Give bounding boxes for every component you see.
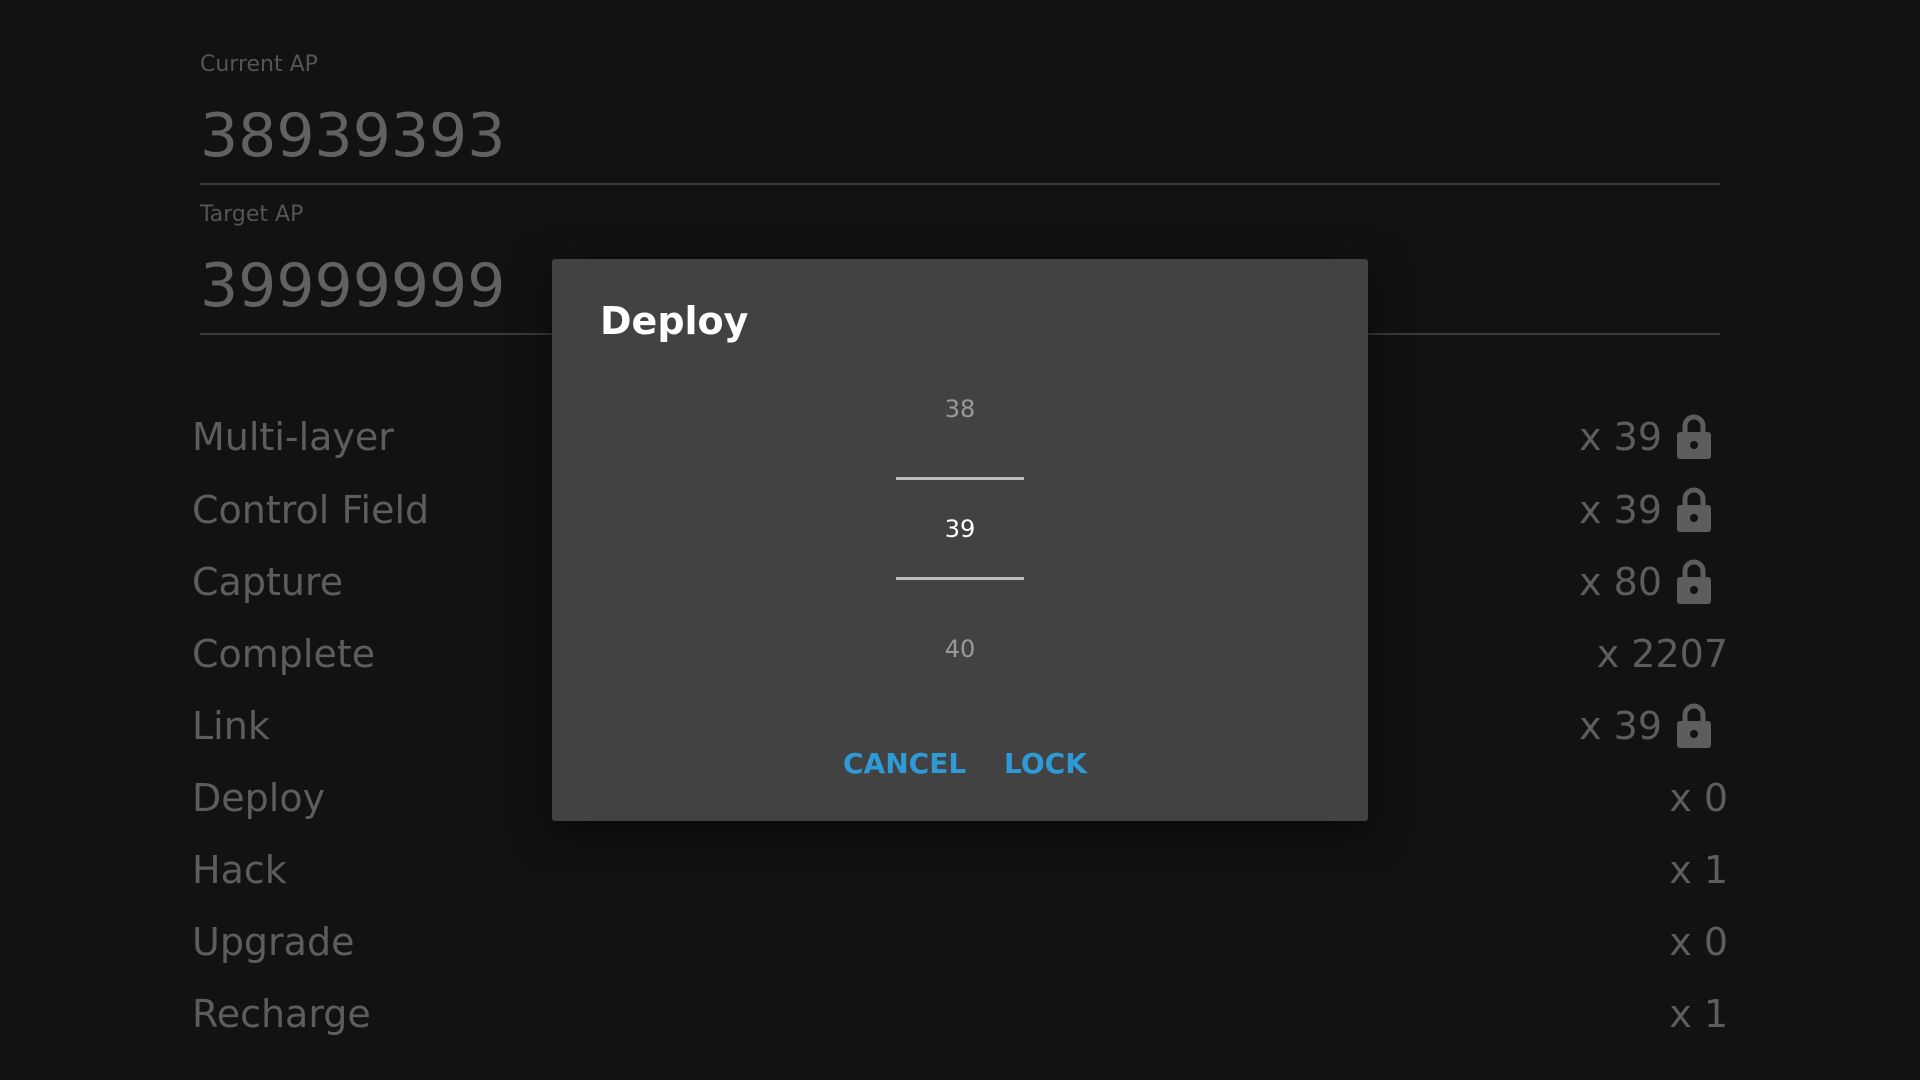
row-right: x 1 [1669,840,1728,900]
lock-icon[interactable] [1676,703,1712,749]
list-item-hack[interactable]: Hack x 1 [192,840,1728,900]
row-label: Recharge [192,992,371,1036]
lock-icon[interactable] [1676,559,1712,605]
row-right: x 1 [1669,984,1728,1044]
row-count: x 80 [1579,560,1662,604]
app-root: Current AP 38939393 Target AP 39999999 M… [0,0,1920,1080]
row-label: Multi-layer [192,415,394,459]
cancel-button[interactable]: CANCEL [835,739,974,789]
row-label: Capture [192,560,344,604]
current-ap-value[interactable]: 38939393 [200,106,505,166]
row-count: x 0 [1669,776,1728,820]
row-right: x 39 [1579,480,1728,540]
picker-divider-bottom [896,577,1024,580]
row-label: Control Field [192,488,430,532]
row-right: x 39 [1579,696,1728,756]
row-label: Link [192,704,270,748]
row-right: x 0 [1669,768,1728,828]
row-label: Deploy [192,776,326,820]
current-ap-underline [200,183,1720,185]
target-ap-value[interactable]: 39999999 [200,256,505,316]
picker-next-value[interactable]: 40 [896,635,1024,663]
target-ap-label: Target AP [200,202,304,227]
picker-divider-top [896,477,1024,480]
list-item-upgrade[interactable]: Upgrade x 0 [192,912,1728,972]
row-count: x 39 [1579,488,1662,532]
lock-icon[interactable] [1676,487,1712,533]
current-ap-label: Current AP [200,52,318,77]
lock-icon[interactable] [1676,414,1712,460]
picker-previous-value[interactable]: 38 [896,395,1024,423]
row-count: x 0 [1669,920,1728,964]
dialog-title: Deploy [600,299,749,343]
row-count: x 39 [1579,415,1662,459]
row-label: Upgrade [192,920,355,964]
row-label: Hack [192,848,287,892]
row-count: x 1 [1669,992,1728,1036]
row-right: x 39 [1579,407,1728,467]
row-right: x 80 [1579,552,1728,612]
dialog-actions: CANCEL LOCK [552,739,1368,789]
deploy-dialog: Deploy 38 39 40 CANCEL LOCK [552,259,1368,821]
row-count: x 39 [1579,704,1662,748]
row-right: x 0 [1669,912,1728,972]
row-count: x 1 [1669,848,1728,892]
number-picker[interactable]: 38 39 40 [896,369,1024,669]
list-item-recharge[interactable]: Recharge x 1 [192,984,1728,1044]
picker-current-value[interactable]: 39 [896,515,1024,543]
current-ap-field[interactable]: Current AP 38939393 [200,50,1720,186]
row-count: x 2207 [1596,632,1728,676]
row-right: x 2207 [1597,624,1728,684]
lock-button[interactable]: LOCK [996,739,1095,789]
row-label: Complete [192,632,376,676]
